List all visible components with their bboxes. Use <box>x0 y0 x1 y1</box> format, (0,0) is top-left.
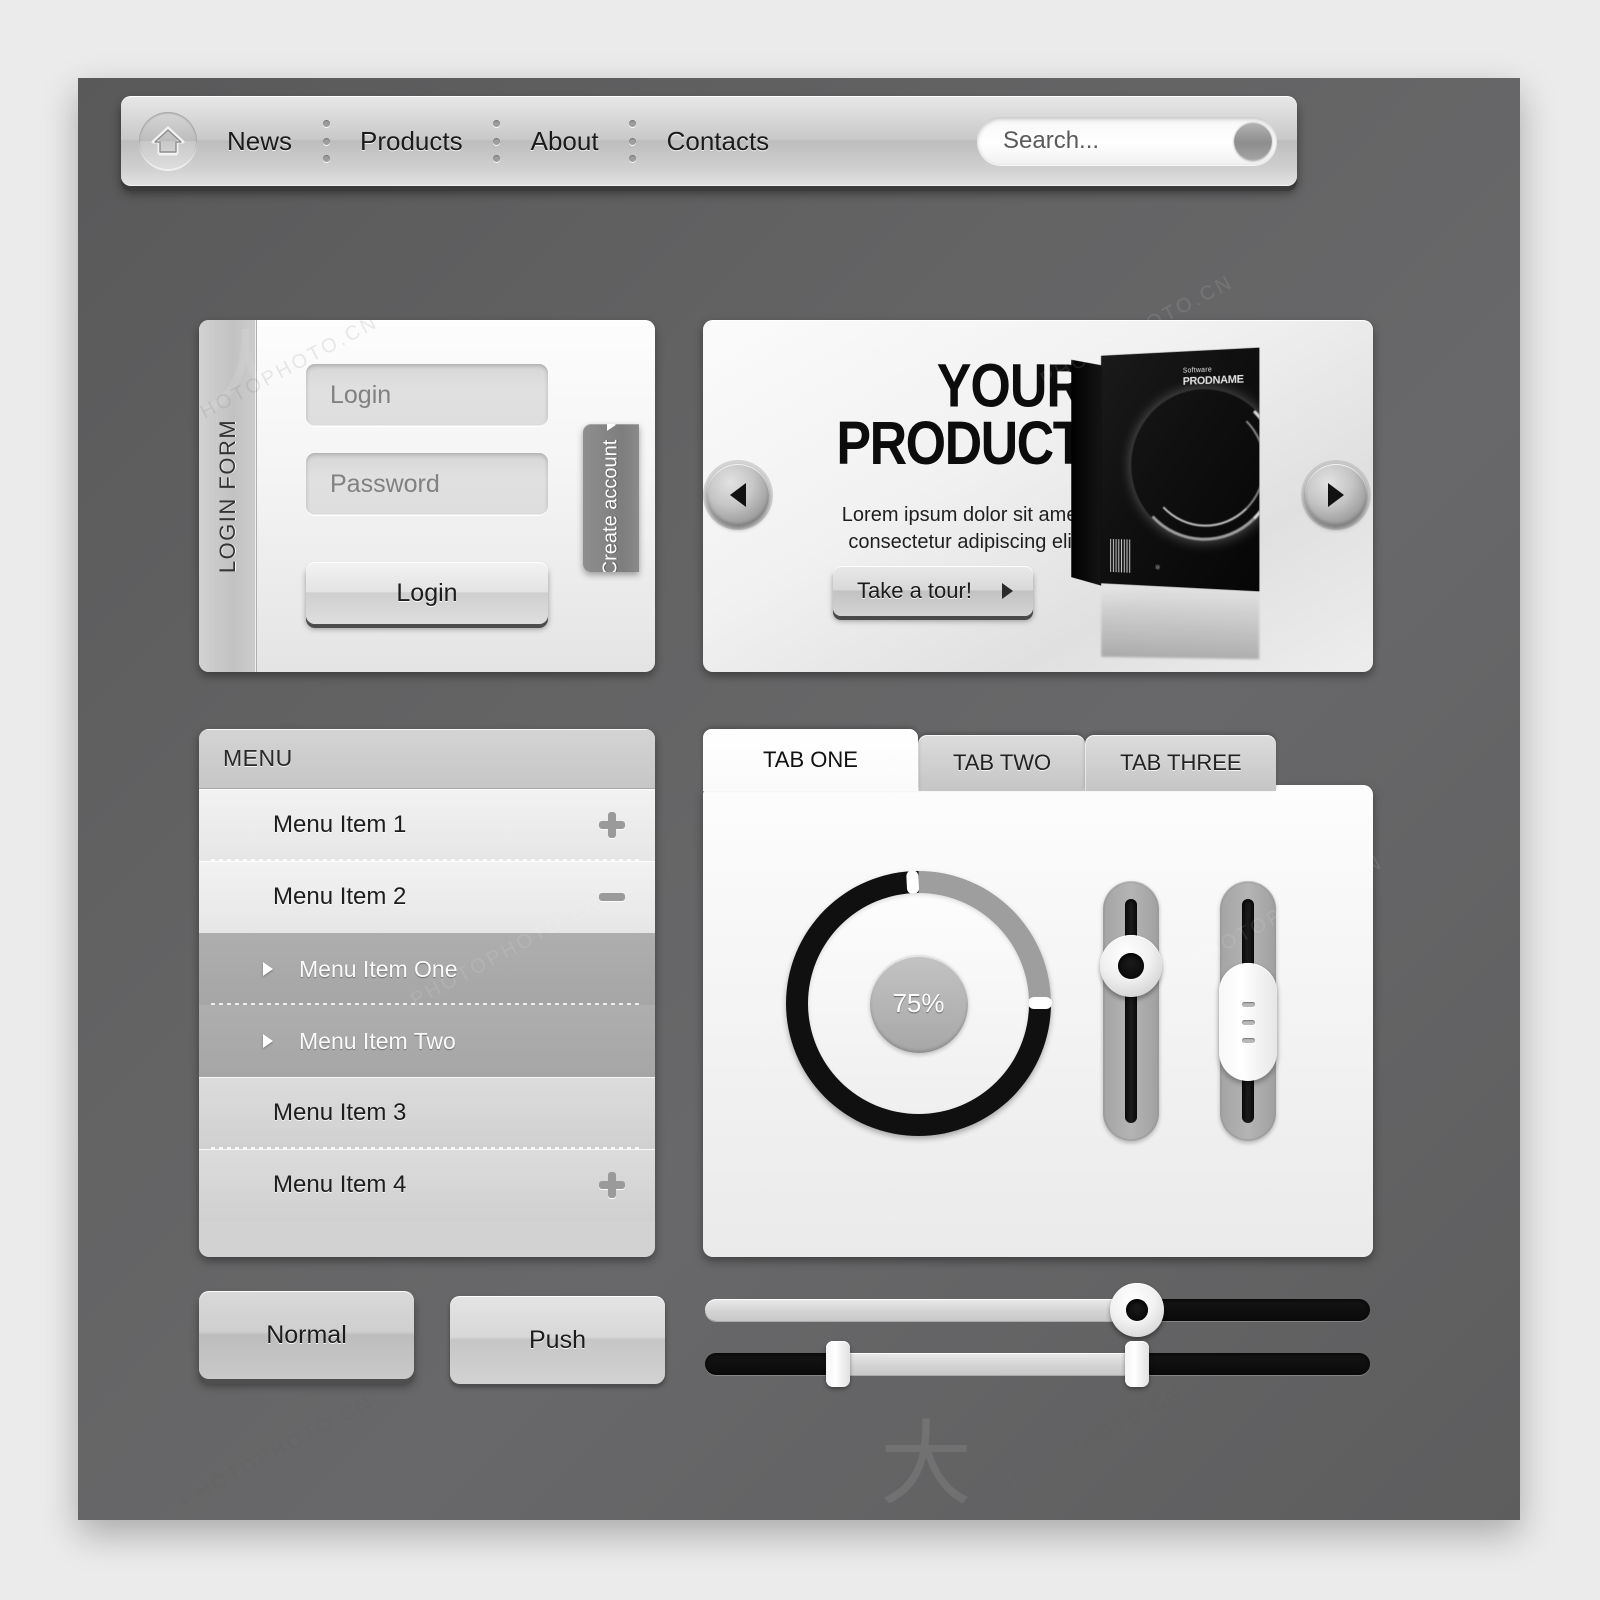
login-password-placeholder: Password <box>330 469 440 498</box>
menu-item-1[interactable]: Menu Item 1 <box>199 789 655 861</box>
take-a-tour-label: Take a tour! <box>857 578 972 603</box>
menu-item-3[interactable]: Menu Item 3 <box>199 1077 655 1149</box>
push-button[interactable]: Push <box>450 1296 665 1384</box>
progress-ring-cap-start <box>905 869 919 895</box>
home-button[interactable] <box>139 112 197 170</box>
nav-link-news[interactable]: News <box>197 126 322 157</box>
product-box-logo: ⚛ <box>1154 563 1162 573</box>
tab-two[interactable]: TAB TWO <box>917 735 1086 791</box>
banner-title: YOUR PRODUCT <box>823 352 1084 479</box>
menu-subitem-two[interactable]: Menu Item Two <box>199 1005 655 1077</box>
login-form-side-label: LOGIN FORM <box>199 320 257 672</box>
normal-button-label: Normal <box>266 1320 347 1349</box>
tab-three[interactable]: TAB THREE <box>1085 735 1276 791</box>
nav-separator <box>629 120 637 162</box>
carousel-prev-button[interactable] <box>707 464 769 526</box>
horizontal-range-handle-high[interactable] <box>1125 1341 1150 1387</box>
tab-content-panel: 75% <box>703 785 1373 1257</box>
product-box-image: Software PRODNAME ⚛ <box>1071 347 1260 592</box>
chevron-right-icon <box>606 424 616 432</box>
progress-ring-cap-end <box>1027 997 1052 1009</box>
plus-icon[interactable] <box>599 1172 625 1198</box>
menu-item-label: Menu Item 4 <box>273 1171 407 1198</box>
circular-progress-knob[interactable]: 75% <box>869 954 968 1053</box>
grip-dot <box>1241 1019 1255 1025</box>
chevron-right-icon <box>1002 583 1013 599</box>
horizontal-slider[interactable] <box>705 1283 1370 1337</box>
chevron-right-icon <box>263 1034 273 1048</box>
top-navigation-bar: News Products About Contacts Search... <box>121 96 1297 186</box>
product-box-reflection <box>1101 586 1260 660</box>
login-username-placeholder: Login <box>330 380 392 409</box>
product-box-brand-small: Software <box>1182 366 1212 375</box>
banner-title-line1: YOUR <box>936 352 1084 421</box>
create-account-tab[interactable]: Create account <box>583 424 639 572</box>
nav-separator <box>322 120 330 162</box>
take-a-tour-button[interactable]: Take a tour! <box>833 566 1033 616</box>
product-box-face: Software PRODNAME ⚛ <box>1101 347 1260 592</box>
grip-dot <box>1241 1037 1255 1043</box>
chevron-right-icon <box>1328 483 1344 507</box>
login-password-field[interactable]: Password <box>306 453 548 515</box>
product-box-spine <box>1071 359 1102 586</box>
vertical-slider-1-handle[interactable] <box>1100 935 1162 998</box>
minus-icon[interactable] <box>599 884 625 910</box>
product-box-brand-big: PRODNAME <box>1182 372 1244 388</box>
swoosh-icon <box>1145 401 1260 529</box>
product-banner-panel: YOUR PRODUCT Lorem ipsum dolor sit amet … <box>703 320 1373 672</box>
menu-item-label: Menu Item 1 <box>273 811 407 838</box>
menu-item-label: Menu Item Two <box>299 1027 456 1054</box>
menu-item-label: Menu Item 3 <box>273 1099 407 1126</box>
circular-progress-dial[interactable]: 75% <box>786 869 1052 1136</box>
vertical-slider-2-handle[interactable] <box>1219 963 1277 1082</box>
horizontal-slider-handle[interactable] <box>1110 1283 1165 1337</box>
barcode-icon <box>1110 538 1131 573</box>
menu-subitem-one[interactable]: Menu Item One <box>199 933 655 1005</box>
menu-item-4[interactable]: Menu Item 4 <box>199 1149 655 1221</box>
login-username-field[interactable]: Login <box>306 364 548 426</box>
product-box-brand: Software PRODNAME <box>1183 365 1244 388</box>
home-icon <box>151 125 185 157</box>
chevron-left-icon <box>730 483 746 507</box>
nav-separator <box>493 120 501 162</box>
push-button-label: Push <box>529 1325 586 1354</box>
horizontal-range-fill <box>838 1353 1138 1375</box>
vertical-slider-1[interactable] <box>1100 881 1162 1141</box>
vertical-slider-2[interactable] <box>1219 881 1277 1141</box>
login-submit-label: Login <box>396 578 458 607</box>
tab-one[interactable]: TAB ONE <box>703 729 918 791</box>
nav-link-about[interactable]: About <box>501 126 629 157</box>
grip-dot <box>1241 1001 1255 1007</box>
banner-subtitle: Lorem ipsum dolor sit amet consectetur a… <box>841 504 1083 553</box>
login-submit-button[interactable]: Login <box>306 562 548 624</box>
menu-item-label: Menu Item 2 <box>273 883 407 910</box>
menu-item-label: Menu Item One <box>299 955 458 982</box>
horizontal-range-slider[interactable] <box>705 1341 1370 1387</box>
search-submit-knob[interactable] <box>1234 122 1272 160</box>
normal-button[interactable]: Normal <box>199 1291 414 1379</box>
menu-panel: MENU Menu Item 1 Menu Item 2 Menu Item O… <box>199 729 655 1257</box>
chevron-right-icon <box>263 962 273 976</box>
horizontal-range-handle-low[interactable] <box>826 1341 850 1387</box>
tab-bar: TAB ONE TAB TWO TAB THREE <box>703 729 1276 791</box>
banner-title-line2: PRODUCT <box>836 410 1084 479</box>
login-form-title: LOGIN FORM <box>214 418 240 574</box>
menu-header-label: MENU <box>223 745 293 771</box>
search-placeholder-text: Search... <box>1003 127 1100 154</box>
menu-header: MENU <box>199 729 655 789</box>
search-input[interactable]: Search... <box>977 117 1277 165</box>
nav-link-products[interactable]: Products <box>330 126 493 157</box>
circular-progress-value: 75% <box>892 988 945 1018</box>
vertical-slider-1-track <box>1125 899 1137 1123</box>
create-account-label: Create account <box>599 439 622 572</box>
horizontal-slider-fill <box>705 1299 1138 1321</box>
plus-icon[interactable] <box>599 812 625 838</box>
nav-link-contacts[interactable]: Contacts <box>637 126 800 157</box>
carousel-next-button[interactable] <box>1305 464 1367 526</box>
menu-item-2[interactable]: Menu Item 2 <box>199 861 655 933</box>
